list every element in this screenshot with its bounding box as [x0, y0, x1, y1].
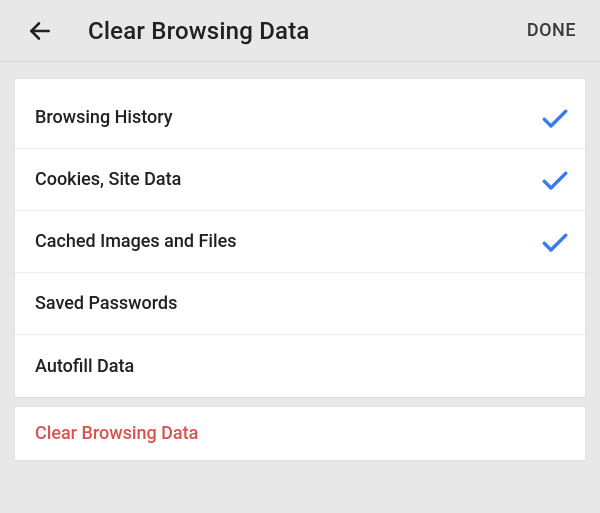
- options-list: Browsing History Cookies, Site Data Cach…: [14, 78, 586, 398]
- checkmark-icon: [539, 226, 571, 258]
- checkbox[interactable]: [537, 286, 573, 322]
- arrow-back-icon: [27, 18, 53, 44]
- done-button[interactable]: DONE: [523, 14, 580, 47]
- checkbox[interactable]: [537, 100, 573, 136]
- clear-data-button[interactable]: Clear Browsing Data: [14, 406, 586, 461]
- checkbox[interactable]: [537, 224, 573, 260]
- checkbox[interactable]: [537, 162, 573, 198]
- header: Clear Browsing Data DONE: [0, 0, 600, 62]
- option-label: Cookies, Site Data: [35, 169, 181, 190]
- back-button[interactable]: [24, 15, 56, 47]
- checkbox[interactable]: [537, 348, 573, 384]
- page-title: Clear Browsing Data: [88, 17, 523, 45]
- option-label: Autofill Data: [35, 356, 134, 377]
- option-browsing-history[interactable]: Browsing History: [15, 79, 585, 149]
- clear-data-label: Clear Browsing Data: [35, 423, 198, 444]
- checkmark-icon: [539, 164, 571, 196]
- option-autofill[interactable]: Autofill Data: [15, 335, 585, 397]
- option-cookies[interactable]: Cookies, Site Data: [15, 149, 585, 211]
- checkmark-icon: [539, 102, 571, 134]
- option-cached[interactable]: Cached Images and Files: [15, 211, 585, 273]
- option-label: Browsing History: [35, 107, 173, 128]
- option-passwords[interactable]: Saved Passwords: [15, 273, 585, 335]
- option-label: Cached Images and Files: [35, 231, 237, 252]
- option-label: Saved Passwords: [35, 293, 177, 314]
